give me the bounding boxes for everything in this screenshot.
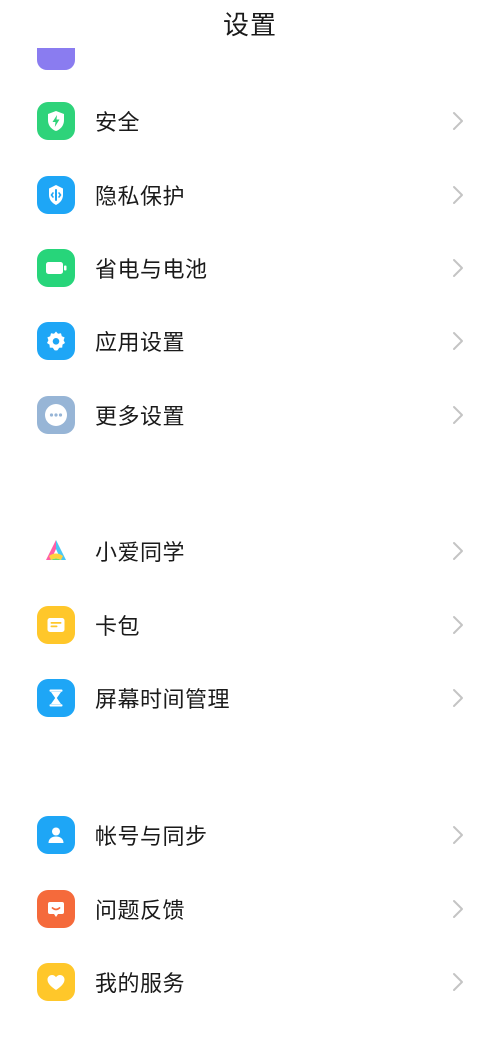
- settings-item-security[interactable]: 安全: [0, 91, 500, 151]
- settings-item-label: 我的服务: [95, 972, 186, 997]
- xiaoai-assistant-icon: [37, 532, 75, 570]
- settings-item-screentime[interactable]: 屏幕时间管理: [0, 668, 500, 728]
- settings-item-privacy[interactable]: 隐私保护: [0, 165, 500, 225]
- settings-item-label: 隐私保护: [95, 185, 186, 210]
- chevron-right-icon: [453, 186, 463, 204]
- chevron-right-icon: [453, 689, 463, 707]
- heart-icon: [37, 963, 75, 1001]
- user-icon: [37, 816, 75, 854]
- privacy-shield-icon: [37, 176, 75, 214]
- settings-item-label: 省电与电池: [95, 258, 208, 283]
- settings-item-battery[interactable]: 省电与电池: [0, 238, 500, 298]
- chevron-right-icon: [453, 259, 463, 277]
- settings-item-label: 帐号与同步: [95, 825, 208, 850]
- card-wallet-icon: [37, 606, 75, 644]
- settings-item-wallet[interactable]: 卡包: [0, 595, 500, 655]
- chevron-right-icon: [453, 900, 463, 918]
- settings-item-label: 安全: [95, 111, 141, 136]
- settings-item-label: 问题反馈: [95, 899, 186, 924]
- settings-item-xiaoai[interactable]: 小爱同学: [0, 521, 500, 581]
- settings-item-label: 小爱同学: [95, 541, 186, 566]
- settings-screen: 设置 安全 隐私保护 省电与电池 应用设置 更多设置 小爱同学 卡包 屏幕时间管…: [0, 0, 500, 1047]
- chevron-right-icon: [453, 826, 463, 844]
- settings-item-label: 更多设置: [95, 405, 186, 430]
- settings-item-label: 卡包: [95, 615, 141, 640]
- gear-icon: [37, 322, 75, 360]
- chevron-right-icon: [453, 973, 463, 991]
- settings-item-services[interactable]: 我的服务: [0, 952, 500, 1012]
- chevron-right-icon: [453, 406, 463, 424]
- settings-item-more[interactable]: 更多设置: [0, 385, 500, 445]
- page-title: 设置: [222, 10, 277, 41]
- chevron-right-icon: [453, 112, 463, 130]
- settings-item-account[interactable]: 帐号与同步: [0, 805, 500, 865]
- chevron-right-icon: [453, 542, 463, 560]
- feedback-icon: [37, 890, 75, 928]
- chevron-right-icon: [453, 332, 463, 350]
- more-dots-icon: [37, 396, 75, 434]
- title-bar: 设置: [0, 0, 500, 48]
- settings-item-label: 应用设置: [95, 331, 186, 356]
- settings-item-label: 屏幕时间管理: [95, 688, 231, 713]
- shield-bolt-icon: [37, 102, 75, 140]
- battery-icon: [37, 249, 75, 287]
- settings-item-feedback[interactable]: 问题反馈: [0, 879, 500, 939]
- hourglass-icon: [37, 679, 75, 717]
- chevron-right-icon: [453, 616, 463, 634]
- settings-item-apps[interactable]: 应用设置: [0, 311, 500, 371]
